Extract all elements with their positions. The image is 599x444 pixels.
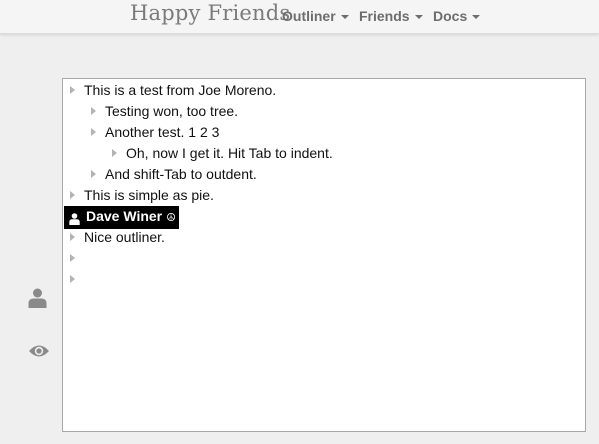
caret-down-icon (472, 15, 481, 19)
user-icon (69, 210, 80, 231)
expand-triangle-icon[interactable] (112, 149, 117, 157)
menu-docs[interactable]: Docs (433, 8, 481, 24)
caret-down-icon (340, 15, 349, 19)
outline-node-text[interactable]: Oh, now I get it. Hit Tab to indent. (126, 143, 333, 164)
outline-node-text[interactable]: And shift-Tab to outdent. (105, 164, 257, 185)
outline-node-text[interactable]: Testing won, too tree. (105, 101, 238, 122)
eye-icon[interactable] (28, 343, 50, 362)
outline-node-text[interactable]: Nice outliner. (84, 227, 165, 248)
outline-node-text[interactable]: This is a test from Joe Moreno. (84, 80, 276, 101)
expand-triangle-icon[interactable] (70, 233, 75, 241)
expand-triangle-icon[interactable] (70, 86, 75, 94)
top-navbar: Happy Friends Outliner Friends Docs (0, 0, 599, 34)
expand-triangle-icon[interactable] (91, 170, 96, 178)
outline-node-text[interactable]: This is simple as pie. (84, 185, 214, 206)
selected-node-label[interactable]: Dave Winer ☮ (64, 206, 179, 229)
outline-node-text[interactable]: Another test. 1 2 3 (105, 122, 219, 143)
expand-triangle-icon[interactable] (70, 254, 75, 262)
expand-triangle-icon[interactable] (91, 107, 96, 115)
expand-triangle-icon[interactable] (70, 275, 75, 283)
outliner-panel[interactable]: This is a test from Joe Moreno. Testing … (62, 78, 586, 432)
menu-friends-label: Friends (359, 8, 410, 24)
menu-outliner-label: Outliner (282, 8, 336, 24)
outline-node-text: Dave Winer (86, 208, 163, 224)
menu-friends[interactable]: Friends (359, 8, 423, 24)
brand-logo[interactable]: Happy Friends (130, 1, 290, 25)
caret-down-icon (414, 15, 423, 19)
menu-docs-label: Docs (433, 8, 468, 24)
expand-triangle-icon[interactable] (70, 191, 75, 199)
user-icon[interactable] (28, 288, 47, 312)
expand-triangle-icon[interactable] (91, 128, 96, 136)
peace-icon: ☮ (166, 212, 176, 224)
menu-outliner[interactable]: Outliner (282, 8, 349, 24)
